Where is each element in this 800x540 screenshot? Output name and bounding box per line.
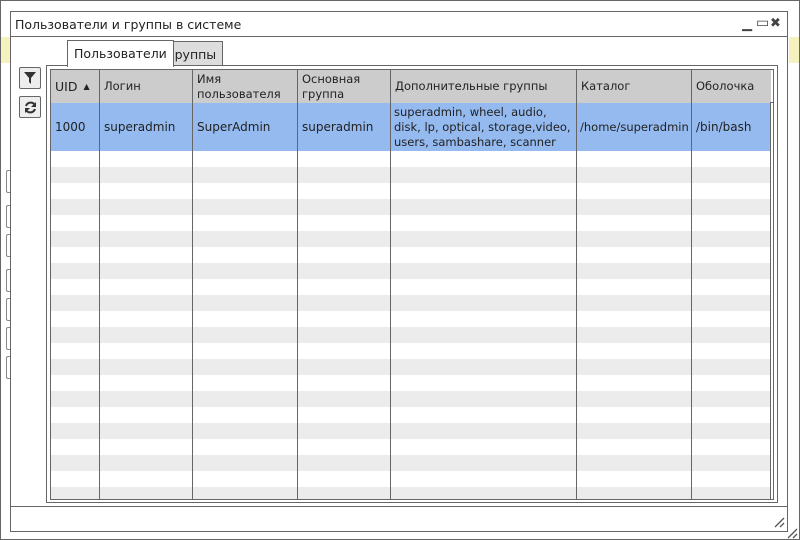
status-bar (11, 506, 787, 531)
cell-home[interactable]: /home/superadmin (577, 103, 692, 151)
cell-login[interactable]: superadmin (100, 103, 193, 151)
maximize-icon[interactable]: ▭ (756, 15, 769, 31)
users-table: UID ▲ Логин Имя пользователя Основная гру… (50, 69, 774, 500)
header-name[interactable]: Имя пользователя (193, 70, 298, 103)
header-extra-groups[interactable]: Дополнительные группы (391, 70, 577, 103)
close-icon[interactable]: ✖ (770, 16, 781, 31)
cell-extra-groups[interactable]: superadmin, wheel, audio, disk, lp, opti… (391, 103, 577, 151)
filter-icon (24, 72, 36, 84)
users-groups-dialog: Пользователи и группы в системе ▁ ▭ ✖ По… (10, 11, 788, 532)
header-uid[interactable]: UID ▲ (51, 70, 100, 103)
header-primary-group[interactable]: Основная группа (298, 70, 391, 103)
cell-name[interactable]: SuperAdmin (193, 103, 298, 151)
scroll-up-icon[interactable]: ▲ (773, 101, 774, 110)
parent-resize-grip-icon[interactable] (786, 527, 798, 539)
filter-button[interactable] (19, 67, 41, 89)
refresh-icon (24, 101, 36, 113)
sort-ascending-icon: ▲ (83, 82, 90, 91)
header-home[interactable]: Каталог (577, 70, 692, 103)
header-login[interactable]: Логин (100, 70, 193, 103)
scroll-down-icon[interactable]: ▼ (773, 489, 774, 498)
vertical-scrollbar[interactable]: ▲ ▼ (770, 101, 774, 499)
minimize-icon[interactable]: ▁ (742, 17, 752, 32)
cell-shell[interactable]: /bin/bash (692, 103, 770, 151)
tab-users[interactable]: Пользователи (67, 40, 174, 67)
scroll-thumb[interactable] (773, 114, 774, 135)
cell-primary-group[interactable]: superadmin (298, 103, 391, 151)
window-title: Пользователи и группы в системе (15, 17, 242, 32)
refresh-button[interactable] (19, 96, 41, 118)
cell-uid[interactable]: 1000 (51, 103, 100, 151)
parent-highlight-strip (1, 37, 10, 63)
header-label: UID (55, 79, 78, 94)
title-bar: Пользователи и группы в системе (11, 12, 787, 37)
resize-grip-icon[interactable] (773, 516, 785, 528)
parent-highlight-strip (789, 37, 799, 63)
header-shell[interactable]: Оболочка (692, 70, 770, 103)
users-panel: UID ▲ Логин Имя пользователя Основная гру… (46, 65, 778, 503)
